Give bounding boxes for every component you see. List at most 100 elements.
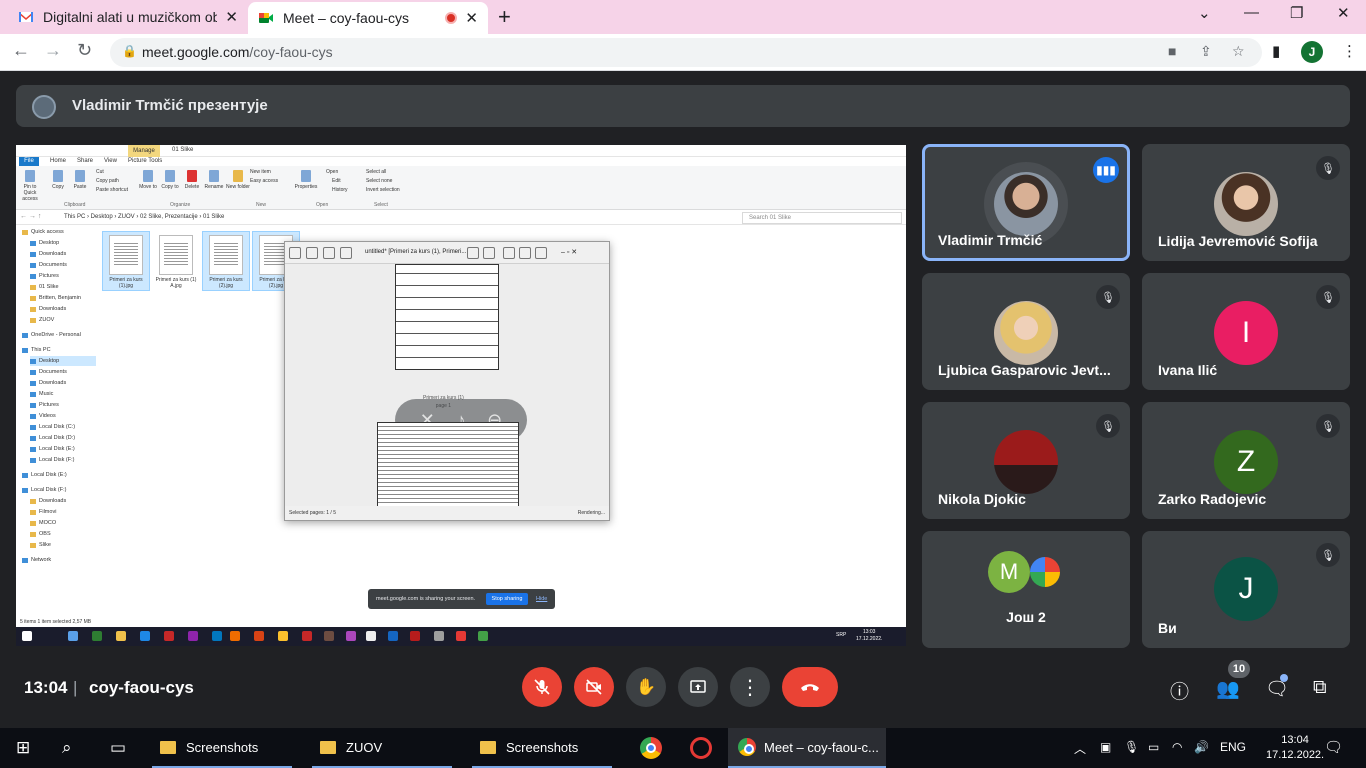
folder-icon bbox=[22, 472, 28, 478]
profile-avatar[interactable]: J bbox=[1301, 41, 1323, 63]
camera-in-use-icon[interactable]: ■ bbox=[1168, 43, 1176, 59]
nav-pane-item: Local Disk (C:) bbox=[30, 422, 75, 432]
score-page-1 bbox=[395, 264, 499, 370]
notifications-icon[interactable]: 🗨 bbox=[1324, 738, 1343, 756]
show-hidden-icons-icon[interactable]: ︿ bbox=[1074, 740, 1086, 757]
participant-tile[interactable]: Z 🎙 Zarko Radojevic bbox=[1142, 402, 1350, 519]
nav-pane-label: Network bbox=[31, 557, 52, 563]
side-panel-icon[interactable]: ▮ bbox=[1272, 42, 1280, 60]
nav-pane-label: Slike bbox=[39, 542, 51, 548]
meeting-code: coy-faou-cys bbox=[89, 678, 194, 697]
nav-pane-item: Local Disk (E:) bbox=[30, 444, 75, 454]
participant-name: Nikola Djokic bbox=[938, 491, 1026, 507]
taskbar-item-label: Screenshots bbox=[506, 739, 579, 755]
activities-icon[interactable]: ⧉ bbox=[1313, 677, 1327, 699]
explorer-nav-pane: Quick access Desktop Downloads Documents Pic… bbox=[22, 227, 102, 607]
taskbar-clock[interactable]: 13:04 17.12.2022. bbox=[1266, 733, 1324, 763]
bookmark-star-icon[interactable]: ☆ bbox=[1232, 43, 1245, 60]
participant-avatar bbox=[994, 301, 1058, 365]
tab-gmail[interactable]: Digitalni alati u muzičkom obrazovanju ✕ bbox=[8, 0, 248, 34]
menu-icon[interactable]: ⋮ bbox=[1342, 42, 1357, 60]
taskbar-item-screenshots[interactable]: Screenshots bbox=[152, 728, 292, 768]
participant-tile[interactable]: 🎙 Nikola Djokic bbox=[922, 402, 1130, 519]
nav-pane-label: ZUOV bbox=[39, 317, 55, 323]
nav-pane-label: Downloads bbox=[39, 380, 67, 386]
viewer-title: untitled* [Primeri za kurs (1), Primeri.… bbox=[365, 249, 467, 255]
participant-avatar: I bbox=[1214, 301, 1278, 365]
address-bar[interactable]: 🔒 meet.google.com/coy-faou-cys ■ ⇪ ☆ bbox=[110, 38, 1262, 67]
nav-pane-item: Britten, Benjamin bbox=[30, 293, 81, 303]
search-icon[interactable]: ⌕ bbox=[62, 738, 72, 758]
participant-tile[interactable]: 🎙 Lidija Jevremović Sofija bbox=[1142, 144, 1350, 261]
share-icon[interactable]: ⇪ bbox=[1200, 43, 1212, 60]
ribbon-button: Pin to Quick access bbox=[18, 170, 42, 202]
more-participants-label: Још 2 bbox=[1006, 609, 1046, 625]
camera-toggle-button[interactable] bbox=[574, 667, 614, 707]
folder-icon bbox=[30, 402, 36, 408]
more-options-button[interactable]: ⋮ bbox=[730, 667, 770, 707]
tray-mic-icon[interactable]: 🎙 bbox=[1124, 740, 1139, 754]
nav-pane-label: Desktop bbox=[39, 358, 60, 364]
raise-hand-button[interactable]: ✋ bbox=[626, 667, 666, 707]
taskbar-item-zuov[interactable]: ZUOV bbox=[312, 728, 452, 768]
taskbar-chrome[interactable] bbox=[640, 728, 662, 768]
separator: | bbox=[73, 678, 78, 697]
viewer-tool-icon bbox=[323, 247, 335, 259]
ribbon-small: Select none bbox=[366, 178, 393, 184]
hand-icon: ✋ bbox=[636, 679, 656, 696]
taskbar-app[interactable] bbox=[690, 728, 712, 768]
participant-tile[interactable]: I 🎙 Ivana Ilić bbox=[1142, 273, 1350, 390]
viewer-tool-icon bbox=[503, 247, 515, 259]
explorer-path: This PC › Desktop › ZUOV › 02 Slike, Pre… bbox=[64, 214, 225, 220]
wifi-icon[interactable]: ◠ bbox=[1172, 740, 1182, 754]
windows-start-icon[interactable]: ⊞ bbox=[16, 738, 30, 758]
volume-icon[interactable]: 🔊 bbox=[1194, 740, 1209, 754]
close-tab-icon[interactable]: ✕ bbox=[225, 8, 238, 26]
nav-pane-label: MOCO bbox=[39, 520, 57, 526]
nav-pane-label: Documents bbox=[39, 262, 67, 268]
meet-icon bbox=[259, 13, 273, 23]
shared-taskbar-clock: 13:03 17.12.2022. bbox=[856, 629, 883, 642]
nav-pane-label: Local Disk (E:) bbox=[39, 446, 75, 452]
meeting-details-icon[interactable]: ⓘ bbox=[1170, 677, 1189, 704]
participant-name: Ivana Ilić bbox=[1158, 362, 1218, 378]
mic-toggle-button[interactable] bbox=[522, 667, 562, 707]
folder-icon bbox=[30, 498, 36, 504]
taskbar-item-screenshots-2[interactable]: Screenshots bbox=[472, 728, 612, 768]
close-window-button[interactable]: ✕ bbox=[1337, 4, 1350, 22]
battery-icon[interactable]: ▭ bbox=[1148, 740, 1159, 754]
people-icon[interactable]: 👥 bbox=[1216, 677, 1240, 701]
taskbar-item-meet[interactable]: Meet – coy-faou-c... bbox=[728, 728, 886, 768]
language-indicator[interactable]: ENG bbox=[1220, 740, 1246, 754]
leave-call-button[interactable] bbox=[782, 667, 838, 707]
file-thumbnail: Primeri za kurs (2).jpg bbox=[202, 231, 250, 291]
back-button[interactable]: ← bbox=[12, 40, 30, 61]
mic-off-icon: 🎙 bbox=[1316, 156, 1340, 180]
new-tab-button[interactable]: + bbox=[498, 4, 511, 30]
app-icon bbox=[92, 631, 102, 641]
minimize-button[interactable]: — bbox=[1244, 4, 1259, 21]
mic-off-icon: 🎙 bbox=[1316, 285, 1340, 309]
nav-pane-item: MOCO bbox=[30, 518, 56, 528]
task-view-icon[interactable]: ▭ bbox=[110, 738, 126, 758]
tab-search-icon[interactable]: ⌄ bbox=[1198, 4, 1211, 22]
participant-tile[interactable]: 🎙 Ljubica Gasparovic Jevt... bbox=[922, 273, 1130, 390]
close-tab-icon[interactable]: ✕ bbox=[465, 9, 478, 27]
folder-icon bbox=[22, 347, 28, 353]
nav-pane-item: Downloads bbox=[30, 304, 66, 314]
present-button[interactable] bbox=[678, 667, 718, 707]
restore-button[interactable]: ❐ bbox=[1290, 4, 1303, 22]
self-tile[interactable]: J 🎙 Ви bbox=[1142, 531, 1350, 648]
tray-app-icon[interactable]: ▣ bbox=[1100, 740, 1111, 754]
participant-tile[interactable]: ▮▮▮ Vladimir Trmčić bbox=[922, 144, 1130, 261]
app-icon bbox=[212, 631, 222, 641]
nav-pane-item: Desktop bbox=[30, 356, 96, 366]
tab-meet[interactable]: Meet – coy-faou-cys ✕ bbox=[248, 2, 488, 34]
lock-icon[interactable]: 🔒 bbox=[122, 44, 137, 58]
reload-button[interactable]: ↻ bbox=[77, 40, 92, 61]
folder-icon bbox=[30, 509, 36, 515]
more-participants-tile[interactable]: M Још 2 bbox=[922, 531, 1130, 648]
forward-button[interactable]: → bbox=[44, 40, 62, 61]
app-icon bbox=[278, 631, 288, 641]
nav-pane-item: This PC bbox=[22, 345, 51, 355]
